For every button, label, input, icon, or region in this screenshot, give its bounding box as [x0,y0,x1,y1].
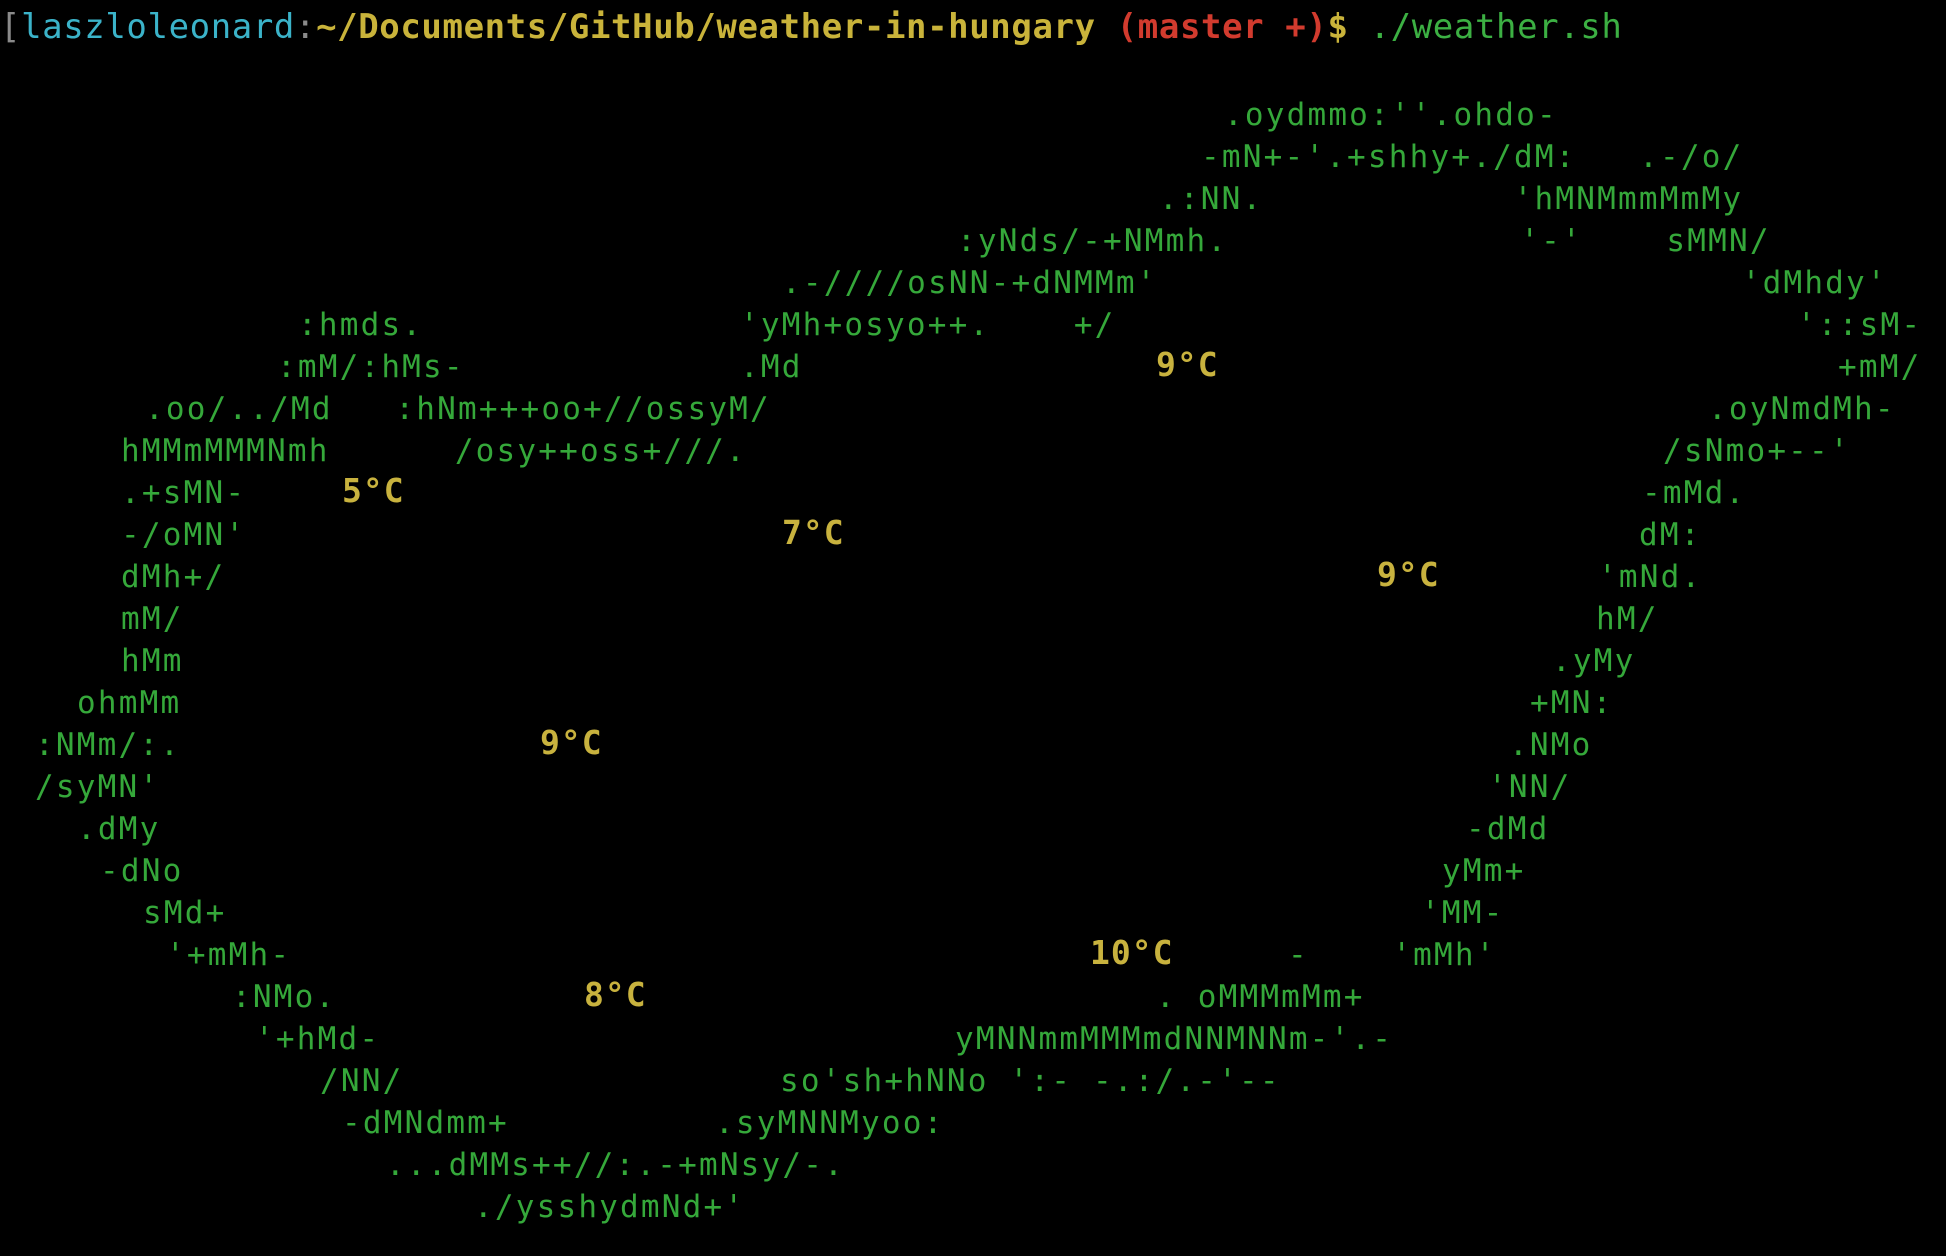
map-line: .yMy [1552,643,1636,679]
map-line: .-////osNN-+dNMMm' 'dMhdy' [782,265,1888,301]
temperature-label: 7°C [782,513,845,552]
map-line: .oyNmdMh- [1708,391,1896,427]
map-line: '+hMd- [255,1021,381,1057]
map-line: 'mNd. [1598,559,1703,595]
temperature-label: 5°C [342,471,405,510]
map-line: ./ysshydmNd+' [474,1189,746,1225]
temperature-label: 9°C [540,723,603,762]
map-line: ...dMMs++//:.-+mNsy/-. [386,1147,845,1183]
map-line: .:NN. 'hMNMmmMmMy [1159,181,1744,217]
map-line: mM/ [121,601,184,637]
map-line: dMh+/ [121,559,226,595]
prompt-bracket: [ [0,7,22,47]
map-line: :hmds. [298,307,424,343]
map-line: /sNmo+--' [1663,433,1851,469]
map-line: -mMd. [1642,475,1747,511]
map-line: .syMNNMyoo: [715,1105,945,1141]
map-line: - 'mMh' [1288,937,1497,973]
map-line: /NN/ [320,1063,404,1099]
temperature-label: 8°C [584,975,647,1014]
map-line: :NMo. [232,979,337,1015]
map-line: '+mMh- [166,937,292,973]
map-line: hMMmMMMNmh /osy++oss+///. [121,433,747,469]
map-line: sMd+ [143,895,227,931]
map-line: 'MM- [1421,895,1505,931]
map-line: .oo/../Md :hNm+++oo+//ossyM/ [145,391,771,427]
temperature-label: 9°C [1156,345,1219,384]
prompt-path: ~/Documents/GitHub/weather-in-hungary [316,7,1096,47]
map-line: .NMo [1509,727,1593,763]
map-line: :yNds/-+NMmh. '-' sMMN/ [957,223,1771,259]
prompt-git-branch: (master +) [1095,7,1328,47]
map-line: '::sM- [1797,307,1923,343]
map-line: :NMm/:. [35,727,182,763]
map-line: .oydmmo:''.ohdo- [1224,97,1558,133]
map-line: +mM/ [1838,349,1922,385]
map-line: 'NN/ [1488,769,1572,805]
map-line: +MN: [1530,685,1614,721]
map-line: -/oMN' [121,517,247,553]
map-line: hM/ [1596,601,1659,637]
terminal-window[interactable]: [laszloleonard:~/Documents/GitHub/weathe… [0,0,1946,1256]
map-line: so'sh+hNNo ':- -.:/.-'-- [780,1063,1281,1099]
map-line: dM: [1639,517,1702,553]
map-line: .Md [740,349,803,385]
map-line: -dNo [100,853,184,889]
temperature-label: 9°C [1377,555,1440,594]
temperature-label: 10°C [1090,933,1174,972]
prompt-command: ./weather.sh [1348,7,1623,47]
prompt-colon: : [295,7,317,47]
shell-prompt: [laszloleonard:~/Documents/GitHub/weathe… [0,6,1622,48]
map-line: yMNNmmMMMmdNNMNNm-'.- [955,1021,1394,1057]
map-line: ohmMm [77,685,182,721]
map-line: .dMy [77,811,161,847]
map-line: .+sMN- [121,475,247,511]
map-line: 'yMh+osyo++. +/ [740,307,1116,343]
map-line: hMm [121,643,184,679]
prompt-user: laszloleonard [21,7,295,47]
map-line: . oMMMmMm+ [1156,979,1365,1015]
map-line: /syMN' [35,769,161,805]
map-line: -dMd [1466,811,1550,847]
map-line: -mN+-'.+shhy+./dM: .-/o/ [1201,139,1744,175]
prompt-dollar: $ [1327,7,1349,47]
map-line: :mM/:hMs- [277,349,465,385]
map-line: -dMNdmm+ [342,1105,509,1141]
map-line: yMm+ [1442,853,1526,889]
